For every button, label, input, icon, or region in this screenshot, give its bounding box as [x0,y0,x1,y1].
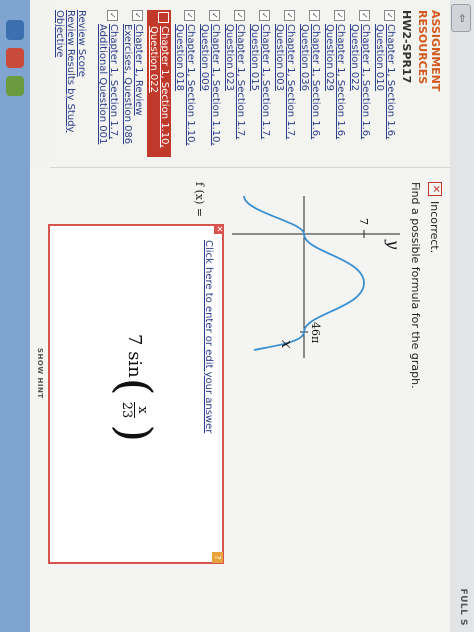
sine-graph: y 7 46π x [232,195,403,358]
current-marker-icon: · [158,12,169,23]
left-paren: ( [108,377,162,396]
question-label[interactable]: Chapter 1, Section 1.6, Question 029 [324,24,346,157]
check-icon: ✓ [359,10,370,21]
question-link-7[interactable]: ✓ Chapter 1, Section 1.7, Question 023 [224,10,246,157]
check-icon: ✓ [132,10,143,21]
assignment-resources-panel: ASSIGNMENT RESOURCES HW2-SPR17 ✓ Chapter … [50,0,450,168]
app-dock-icon[interactable] [6,76,24,96]
question-link-4[interactable]: ✓ Chapter 1, Section 1.6, Question 036 [299,10,321,157]
y-tick-label: 7 [357,218,370,225]
check-icon: ✓ [234,10,245,21]
x-axis-label: x [278,340,296,349]
fullscreen-button[interactable]: FULL S [458,588,468,626]
question-label[interactable]: Chapter 1, Section 1.7, Question 015 [249,24,271,157]
edit-answer-link[interactable]: Click here to enter or edit your answer [203,240,214,433]
incorrect-x-icon: ✕ [428,182,442,196]
screen: ⇦ FULL S ASSIGNMENT RESOURCES HW2-SPR17 … [0,0,474,632]
check-icon: ✓ [184,10,195,21]
assignment-resources-title[interactable]: ASSIGNMENT RESOURCES [416,10,442,157]
browser-chrome: ⇦ FULL S [449,0,474,632]
question-link-current[interactable]: · Chapter 1, Section 1.10, Question 022 [147,10,171,157]
answer-box[interactable]: ✕ ? Click here to enter or edit your ans… [48,224,224,564]
y-axis-label: y [384,239,403,250]
question-link-11[interactable]: ✓ Chapter 1, Review Exercises, Question 0… [122,10,144,157]
assignment-name: HW2-SPR17 [400,10,413,84]
check-icon: ✓ [309,10,320,21]
question-link-12[interactable]: ✓ Chapter 1, Section 1.7, Additional Ques… [97,10,119,157]
question-prompt: Find a possible formula for the graph. [409,182,422,389]
answer-numerator: x [134,402,151,418]
question-label[interactable]: Chapter 1, Section 1.7, Question 003 [274,24,296,157]
answer-coefficient: 7 [124,334,146,346]
review-links: Review Score Review Results by Study Obj… [54,10,87,157]
answer-fraction: x 23 [120,398,151,423]
question-link-5[interactable]: ✓ Chapter 1, Section 1.7, Question 003 [274,10,296,157]
question-label[interactable]: Chapter 1, Section 1.10, Question 009 [199,24,221,157]
question-label[interactable]: Chapter 1, Section 1.6, Question 010 [374,24,396,157]
app-dock-icon[interactable] [6,20,24,40]
question-label[interactable]: Chapter 1, Section 1.6, Question 022 [349,24,371,157]
x-tick-label: 46π [309,322,322,343]
check-icon: ✓ [334,10,345,21]
check-icon: ✓ [284,10,295,21]
result-status-text: Incorrect. [428,201,442,254]
question-link-8[interactable]: ✓ Chapter 1, Section 1.10, Question 009 [199,10,221,157]
question-link-1[interactable]: ✓ Chapter 1, Section 1.6, Question 010 [374,10,396,157]
back-tab-icon[interactable]: ⇦ [451,4,471,32]
show-hint-button[interactable]: SHOW HINT [36,348,44,399]
app-dock-icon[interactable] [6,48,24,68]
answer-formula: 7 sin ( x 23 ) [108,334,162,443]
check-icon: ✓ [384,10,395,21]
answer-denominator: 23 [119,401,135,419]
check-icon: ✓ [209,10,220,21]
help-icon[interactable]: ? [212,552,223,563]
close-icon[interactable]: ✕ [214,224,224,234]
answer-function: sin [124,351,146,378]
question-link-3[interactable]: ✓ Chapter 1, Section 1.6, Question 029 [324,10,346,157]
review-score-link[interactable]: Review Score [76,10,87,157]
question-label[interactable]: Chapter 1, Section 1.7, Additional Quest… [97,24,119,157]
question-label[interactable]: Chapter 1, Section 1.10, Question 022 [148,26,170,155]
function-label: f (x) = [193,182,206,218]
question-link-9[interactable]: ✓ Chapter 1, Section 1.10, Question 018 [174,10,196,157]
right-paren: ) [108,424,162,443]
question-label[interactable]: Chapter 1, Review Exercises, Question 08… [122,24,144,157]
question-link-6[interactable]: ✓ Chapter 1, Section 1.7, Question 015 [249,10,271,157]
question-label[interactable]: Chapter 1, Section 1.7, Question 023 [224,24,246,157]
check-icon: ✓ [259,10,270,21]
question-label[interactable]: Chapter 1, Section 1.10, Question 018 [174,24,196,157]
review-results-link[interactable]: Review Results by Study Objective [54,10,76,157]
result-status: ✕ Incorrect. [428,182,442,253]
question-link-2[interactable]: ✓ Chapter 1, Section 1.6, Question 022 [349,10,371,157]
taskbar [0,0,30,632]
question-area: ✕ Incorrect. Find a possible formula for… [30,168,450,632]
question-label[interactable]: Chapter 1, Section 1.6, Question 036 [299,24,321,157]
check-icon: ✓ [107,10,118,21]
